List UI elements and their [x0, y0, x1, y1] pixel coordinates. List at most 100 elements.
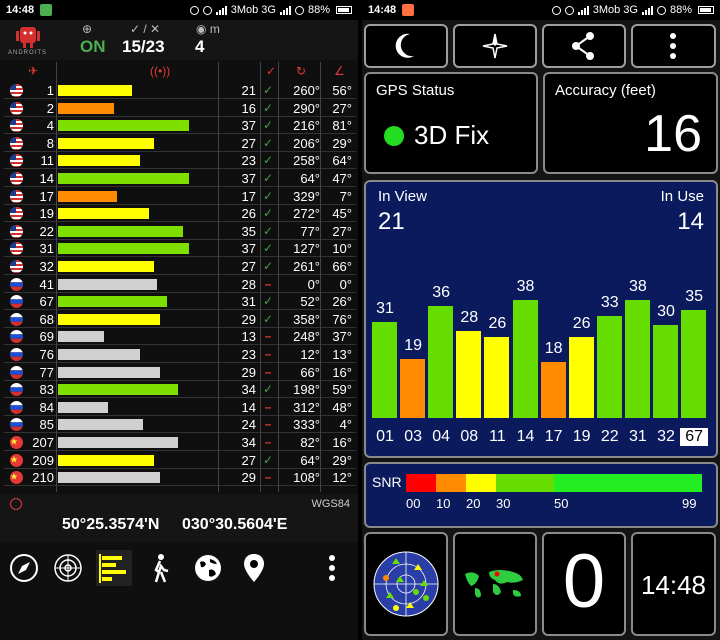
prn-cell: 67 — [39, 294, 54, 310]
gps-status-card[interactable]: GPS Status 3D Fix — [364, 72, 538, 174]
overflow-menu-icon[interactable] — [320, 550, 344, 586]
walking-icon[interactable] — [142, 550, 178, 586]
world-map-icon[interactable] — [190, 550, 226, 586]
snr-bar — [58, 155, 140, 167]
m-icon: ◉ m — [196, 22, 220, 36]
flag-us-icon — [10, 189, 23, 203]
flag-ru-icon — [10, 400, 23, 414]
elevation-cell: 27° — [332, 100, 352, 116]
accuracy-card[interactable]: Accuracy (feet) 16 — [543, 72, 718, 174]
signal-bars-icon — [99, 554, 126, 583]
snr-cell: 34 — [241, 382, 256, 398]
prn-label[interactable]: 04 — [427, 428, 455, 446]
snr-value-label: 31 — [376, 299, 394, 317]
azimuth-icon: ↻ — [296, 64, 307, 78]
prn-cell: 76 — [39, 347, 54, 362]
not-used-dash-icon: – — [264, 470, 272, 485]
elevation-cell: 81° — [332, 118, 352, 134]
compass-rose-button[interactable] — [453, 24, 537, 68]
wifi-icon-right — [656, 5, 666, 15]
prn-label[interactable]: 03 — [399, 428, 427, 446]
prn-cell: 85 — [39, 417, 54, 433]
in-use-check-icon: ✓ — [262, 259, 274, 273]
altitude-tile[interactable]: 0 — [542, 532, 626, 636]
flag-us-icon — [10, 119, 23, 133]
snr-bar — [58, 331, 104, 343]
gps-status-title: GPS Status — [376, 82, 455, 99]
elevation-cell: 66° — [332, 259, 352, 274]
satellite-snr-bar — [568, 337, 594, 418]
vibrate-icon-right — [564, 5, 574, 15]
satellite-snr-bar — [624, 300, 650, 418]
world-map-icon-right — [461, 566, 529, 602]
share-button[interactable] — [542, 24, 626, 68]
grid-line — [56, 62, 57, 492]
grid-line — [278, 62, 279, 492]
location-pin-icon[interactable] — [236, 550, 272, 586]
battery-icon-right — [698, 6, 714, 14]
sky-view-icon[interactable] — [50, 550, 86, 586]
prn-label[interactable]: 67 — [680, 428, 709, 446]
azimuth-cell: 127° — [293, 241, 320, 257]
azimuth-cell: 261° — [293, 259, 320, 274]
flag-ru-icon — [10, 277, 23, 291]
prn-cell: 14 — [39, 171, 54, 186]
grid-line — [320, 62, 321, 492]
prn-label[interactable]: 01 — [371, 428, 399, 446]
snr-value-label: 26 — [488, 315, 507, 333]
prn-label[interactable]: 17 — [540, 428, 568, 446]
in-use-check-icon: ✓ — [262, 118, 274, 133]
azimuth-cell: 248° — [293, 329, 320, 345]
snr-bar — [58, 437, 178, 448]
not-used-dash-icon: – — [264, 435, 272, 449]
compass-icon[interactable] — [6, 550, 42, 586]
snr-value-label: 19 — [404, 337, 422, 355]
prn-cell: 210 — [32, 470, 54, 486]
signal-icon — [215, 5, 227, 15]
azimuth-cell: 358° — [293, 311, 320, 327]
world-map-tile[interactable] — [453, 532, 537, 636]
prn-label[interactable]: 32 — [652, 428, 680, 446]
skyplot-tile[interactable] — [364, 532, 448, 636]
carrier-label: 3Mob 3G — [230, 4, 276, 16]
clock-tile[interactable]: 14:48 — [631, 532, 716, 636]
flag-us-icon — [10, 242, 23, 256]
snr-bar — [58, 173, 189, 184]
in-use-check-icon: ✓ — [262, 311, 274, 326]
prn-label[interactable]: 11 — [483, 428, 511, 446]
gps-target-icon: ⊕ — [82, 22, 93, 36]
snr-bar — [58, 472, 160, 484]
snr-bar — [58, 296, 167, 308]
alarm-icon — [189, 5, 199, 15]
logo-text: ANDROITS — [8, 50, 48, 56]
prn-label[interactable]: 19 — [568, 428, 596, 446]
snr-cell: 23 — [241, 347, 256, 362]
signal-list-tab[interactable] — [96, 550, 132, 586]
snr-value-label: 33 — [600, 293, 619, 311]
flag-ru-icon — [10, 383, 23, 397]
satellite-snr-card[interactable]: In View 21 In Use 14 31 01 19 03 36 04 28 08 26 1… — [364, 180, 718, 458]
elevation-cell: 37° — [332, 329, 352, 345]
snr-value-label: 18 — [544, 340, 563, 358]
prn-label[interactable]: 14 — [512, 428, 540, 446]
azimuth-cell: 329° — [293, 188, 320, 204]
snr-cell: 17 — [241, 188, 256, 204]
not-used-dash-icon: – — [264, 364, 272, 379]
satellite-snr-bar — [512, 300, 538, 418]
android-notification-icon — [40, 4, 53, 16]
status-bar-right: 14:48 3Mob 3G 88% — [362, 0, 720, 20]
flag-us-icon — [10, 101, 23, 115]
in-use-check-icon: ✓ — [262, 452, 274, 467]
flag-us-icon — [10, 154, 23, 168]
in-use-check-icon: ✓ — [262, 206, 274, 221]
snr-bar — [58, 102, 114, 114]
prn-label[interactable]: 31 — [624, 428, 652, 446]
in-use-check-icon: ✓ — [262, 294, 274, 309]
prn-label[interactable]: 08 — [455, 428, 483, 446]
menu-button[interactable] — [631, 24, 716, 68]
night-mode-button[interactable] — [364, 24, 448, 68]
coordinates-bar: WGS84 50°25.3574'N 030°30.5604'E — [0, 494, 358, 542]
snr-bar — [58, 384, 178, 396]
azimuth-cell: 272° — [293, 206, 320, 222]
prn-label[interactable]: 22 — [596, 428, 624, 446]
